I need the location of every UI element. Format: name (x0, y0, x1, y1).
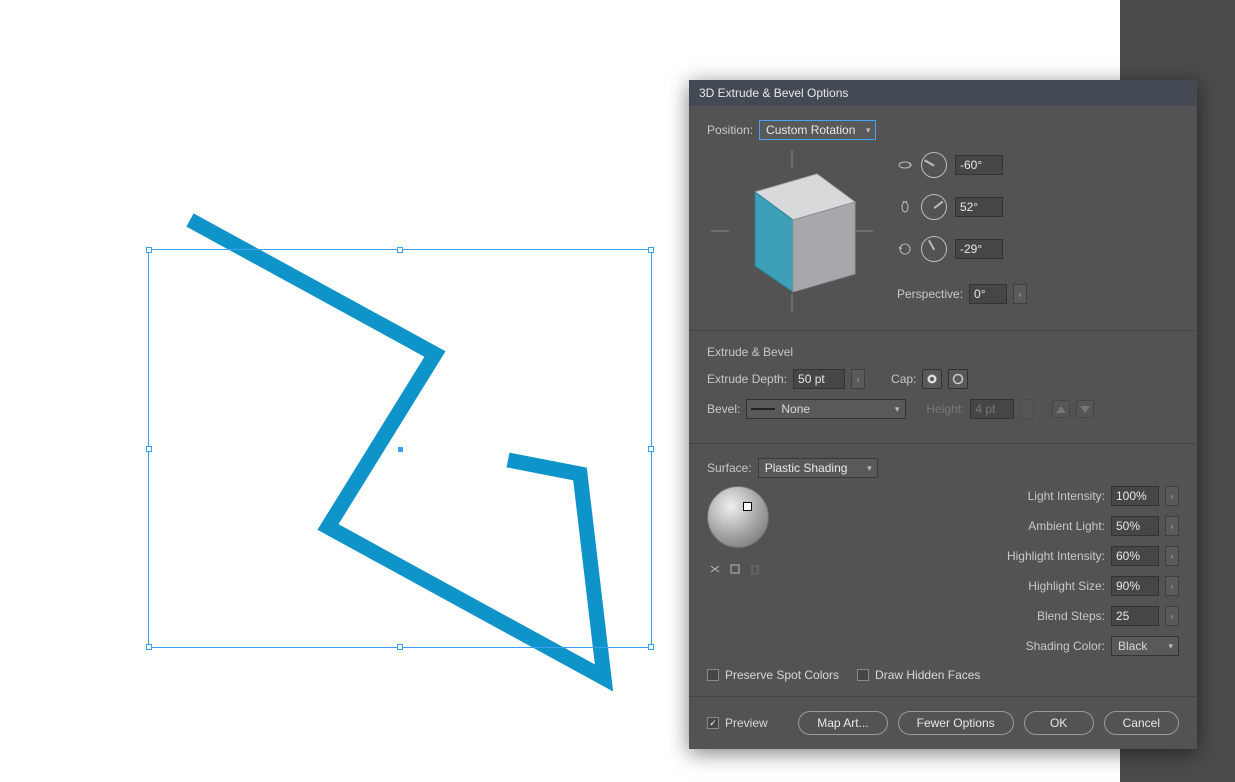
preview-checkbox[interactable]: ✓ Preview (707, 716, 768, 730)
new-light-button[interactable] (727, 562, 743, 576)
light-sphere[interactable] (707, 486, 775, 554)
resize-handle-rc[interactable] (648, 446, 654, 452)
bevel-extent-in-button (1052, 400, 1070, 418)
cap-off-button[interactable] (948, 369, 968, 389)
bevel-out-icon (1079, 404, 1091, 414)
cap-label: Cap: (891, 372, 916, 386)
bevel-height-stepper: › (1020, 399, 1034, 419)
bevel-height-label: Height: (926, 402, 964, 416)
bevel-select[interactable]: None (746, 399, 906, 419)
preview-label: Preview (725, 716, 768, 730)
highlight-size-stepper[interactable]: › (1165, 576, 1179, 596)
rotate-z-input[interactable]: -29° (955, 239, 1003, 259)
bevel-label: Bevel: (707, 402, 740, 416)
move-light-back-button[interactable] (707, 562, 723, 576)
draw-hidden-checkbox[interactable]: Draw Hidden Faces (857, 668, 980, 682)
perspective-label: Perspective: (897, 287, 963, 301)
checkbox-icon (857, 669, 869, 681)
bevel-preview-icon (751, 408, 775, 410)
highlight-intensity-input[interactable]: 60% (1111, 546, 1159, 566)
ambient-light-input[interactable]: 50% (1111, 516, 1159, 536)
preserve-spot-label: Preserve Spot Colors (725, 668, 839, 682)
highlight-intensity-label: Highlight Intensity: (985, 549, 1105, 563)
rotate-x-dial[interactable] (921, 152, 947, 178)
surface-label: Surface: (707, 461, 752, 475)
extrude-depth-stepper[interactable]: › (851, 369, 865, 389)
delete-light-button (747, 562, 763, 576)
ok-button[interactable]: OK (1024, 711, 1094, 735)
dialog-footer: ✓ Preview Map Art... Fewer Options OK Ca… (689, 697, 1197, 749)
rotate-z-icon (897, 243, 913, 255)
draw-hidden-label: Draw Hidden Faces (875, 668, 980, 682)
light-intensity-stepper[interactable]: › (1165, 486, 1179, 506)
rotate-y-dial[interactable] (921, 194, 947, 220)
rotation-cube-preview[interactable] (707, 146, 877, 316)
light-handle[interactable] (743, 502, 752, 511)
shading-color-value: Black (1118, 639, 1147, 653)
highlight-size-input[interactable]: 90% (1111, 576, 1159, 596)
checkbox-checked-icon: ✓ (707, 717, 719, 729)
trash-icon (750, 563, 760, 575)
shading-color-select[interactable]: Black (1111, 636, 1179, 656)
perspective-input[interactable]: 0° (969, 284, 1007, 304)
bevel-extent-out-button (1076, 400, 1094, 418)
dialog-title[interactable]: 3D Extrude & Bevel Options (689, 80, 1197, 106)
resize-handle-bl[interactable] (146, 644, 152, 650)
map-art-button[interactable]: Map Art... (798, 711, 887, 735)
cap-off-icon (952, 373, 964, 385)
position-select[interactable]: Custom Rotation (759, 120, 876, 140)
surface-select[interactable]: Plastic Shading (758, 458, 878, 478)
rotate-x-icon (897, 159, 913, 171)
cap-on-icon (926, 373, 938, 385)
resize-handle-tr[interactable] (648, 247, 654, 253)
extrude-depth-label: Extrude Depth: (707, 372, 787, 386)
ambient-light-stepper[interactable]: › (1165, 516, 1179, 536)
resize-handle-tl[interactable] (146, 247, 152, 253)
highlight-intensity-stepper[interactable]: › (1165, 546, 1179, 566)
bevel-in-icon (1055, 404, 1067, 414)
blend-steps-stepper[interactable]: › (1165, 606, 1179, 626)
selection-center-icon (398, 447, 403, 452)
blend-steps-input[interactable]: 25 (1111, 606, 1159, 626)
perspective-stepper[interactable]: › (1013, 284, 1027, 304)
bevel-height-input: 4 pt (970, 399, 1014, 419)
rotate-z-dial[interactable] (921, 236, 947, 262)
position-section: Position: Custom Rotation (689, 106, 1197, 331)
sphere-icon (707, 486, 769, 548)
extrude-depth-input[interactable]: 50 pt (793, 369, 845, 389)
blend-steps-label: Blend Steps: (985, 609, 1105, 623)
rotate-y-input[interactable]: 52° (955, 197, 1003, 217)
ambient-light-label: Ambient Light: (985, 519, 1105, 533)
light-intensity-label: Light Intensity: (985, 489, 1105, 503)
extrude-bevel-dialog: 3D Extrude & Bevel Options Position: Cus… (689, 80, 1197, 749)
preserve-spot-checkbox[interactable]: Preserve Spot Colors (707, 668, 839, 682)
fewer-options-button[interactable]: Fewer Options (898, 711, 1014, 735)
cancel-button[interactable]: Cancel (1104, 711, 1179, 735)
checkbox-icon (707, 669, 719, 681)
cap-on-button[interactable] (922, 369, 942, 389)
light-back-icon (708, 564, 722, 574)
highlight-size-label: Highlight Size: (985, 579, 1105, 593)
position-value: Custom Rotation (766, 123, 855, 137)
position-label: Position: (707, 123, 753, 137)
surface-value: Plastic Shading (765, 461, 848, 475)
rotate-x-input[interactable]: -60° (955, 155, 1003, 175)
resize-handle-br[interactable] (648, 644, 654, 650)
light-intensity-input[interactable]: 100% (1111, 486, 1159, 506)
new-light-icon (729, 563, 741, 575)
surface-section: Surface: Plastic Shading (689, 444, 1197, 697)
selection-bounding-box[interactable] (148, 249, 652, 648)
rotate-y-icon (897, 201, 913, 213)
extrude-bevel-section: Extrude & Bevel Extrude Depth: 50 pt › C… (689, 331, 1197, 444)
shading-color-label: Shading Color: (985, 639, 1105, 653)
resize-handle-bc[interactable] (397, 644, 403, 650)
bevel-value: None (781, 402, 810, 416)
resize-handle-tc[interactable] (397, 247, 403, 253)
extrude-section-title: Extrude & Bevel (707, 345, 1179, 359)
resize-handle-lc[interactable] (146, 446, 152, 452)
